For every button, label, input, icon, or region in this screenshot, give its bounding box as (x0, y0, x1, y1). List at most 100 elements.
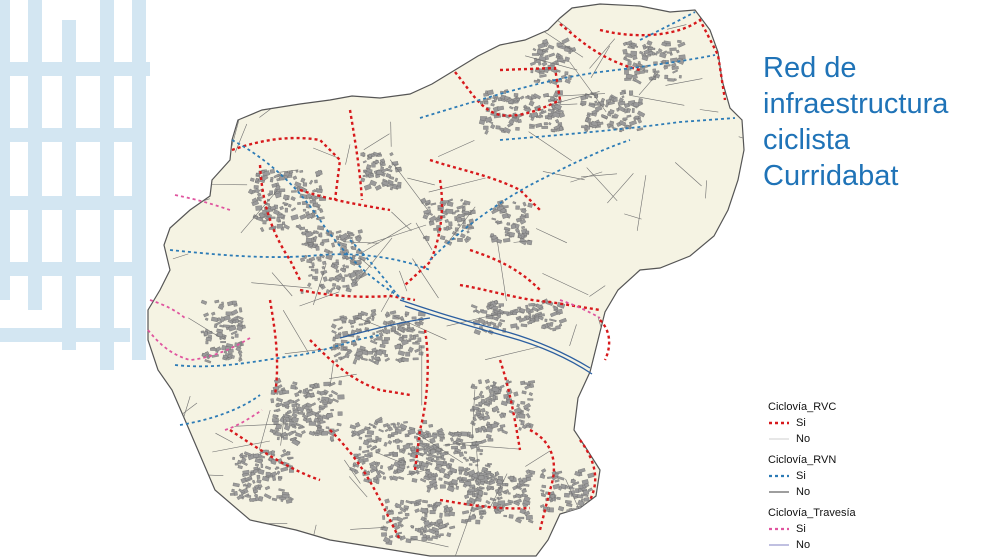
urban-block (255, 496, 260, 502)
urban-block (404, 513, 410, 517)
urban-block (420, 532, 424, 536)
urban-block (664, 74, 669, 80)
urban-block (487, 438, 494, 442)
solid-line-swatch (769, 544, 789, 546)
urban-block (667, 78, 675, 82)
urban-block (282, 194, 289, 200)
road-segment (626, 477, 670, 482)
urban-block (416, 502, 420, 507)
urban-block (364, 434, 372, 438)
road-segment (518, 13, 565, 17)
urban-block (358, 436, 363, 440)
urban-block (515, 326, 520, 330)
urban-block (410, 501, 417, 504)
urban-block (503, 238, 511, 243)
road-segment (187, 116, 198, 134)
road-segment (303, 27, 366, 31)
urban-block (269, 169, 276, 174)
urban-block (677, 39, 682, 44)
urban-block (630, 50, 637, 56)
urban-block (221, 301, 224, 306)
urban-block (314, 268, 319, 274)
urban-block (497, 475, 504, 481)
urban-block (475, 519, 481, 525)
urban-block (308, 242, 314, 246)
urban-block (379, 465, 384, 470)
legend-label: Si (796, 470, 806, 482)
urban-block (547, 115, 553, 120)
urban-block (203, 331, 208, 336)
urban-block (341, 276, 346, 282)
road-segment (373, 81, 389, 88)
road-segment (391, 38, 398, 68)
urban-block (220, 341, 226, 344)
urban-block (513, 106, 518, 111)
urban-block (434, 474, 438, 478)
urban-block (317, 421, 321, 427)
legend-title-travesia: Ciclovía_Travesía (768, 507, 856, 519)
urban-block (455, 485, 460, 490)
urban-block (633, 101, 640, 108)
urban-block (438, 477, 443, 481)
urban-block (480, 511, 484, 514)
urban-block (454, 432, 462, 435)
urban-block (403, 421, 408, 424)
urban-block (270, 398, 275, 404)
urban-block (329, 436, 334, 441)
urban-block (461, 477, 467, 481)
urban-block (465, 458, 469, 462)
urban-block (517, 306, 521, 310)
urban-block (588, 102, 595, 105)
road-segment (245, 40, 272, 83)
urban-block (433, 432, 438, 435)
urban-block (529, 383, 535, 388)
urban-block (358, 323, 364, 326)
urban-block (285, 451, 291, 456)
map-legend: Ciclovía_RVC Si No Ciclovía_RVN Si No Ci… (768, 400, 988, 559)
urban-block (527, 398, 534, 401)
urban-block (527, 202, 533, 208)
urban-block (421, 537, 427, 541)
urban-block (282, 390, 290, 394)
urban-block (541, 325, 546, 330)
urban-block (437, 431, 444, 435)
urban-block (298, 390, 302, 393)
road-segment (347, 56, 364, 65)
urban-block (210, 347, 216, 351)
urban-block (634, 115, 639, 119)
urban-block (445, 208, 454, 214)
urban-block (232, 456, 236, 460)
road-segment (418, 44, 437, 78)
urban-block (458, 451, 464, 457)
urban-block (439, 439, 444, 442)
urban-block (381, 532, 387, 537)
urban-block (308, 266, 315, 269)
urban-block (523, 382, 531, 386)
road-segment (179, 521, 190, 556)
urban-block (429, 510, 436, 515)
urban-block (331, 263, 335, 268)
urban-block (451, 479, 458, 485)
urban-block (457, 238, 463, 242)
urban-block (265, 471, 271, 476)
urban-block (374, 356, 380, 361)
urban-block (504, 229, 509, 234)
urban-block (344, 274, 348, 277)
urban-block (231, 488, 235, 493)
urban-block (281, 491, 289, 496)
urban-block (284, 207, 288, 213)
urban-block (470, 408, 475, 412)
urban-block (634, 70, 641, 76)
urban-block (448, 511, 456, 517)
road-segment (229, 43, 259, 57)
urban-block (521, 225, 525, 230)
urban-block (319, 232, 323, 238)
urban-block (239, 353, 243, 358)
urban-block (556, 42, 563, 47)
road-segment (166, 427, 174, 467)
urban-block (499, 127, 504, 132)
urban-block (578, 484, 584, 489)
urban-block (478, 379, 482, 385)
urban-block (662, 59, 666, 64)
urban-block (232, 320, 237, 324)
